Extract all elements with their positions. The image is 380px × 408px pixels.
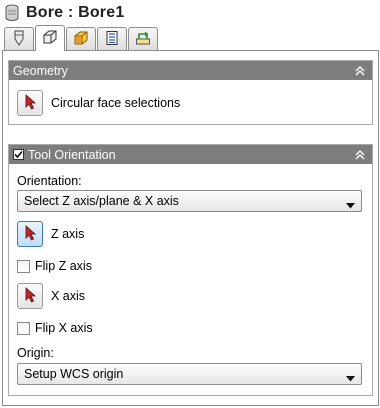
tool-orientation-section-header[interactable]: Tool Orientation xyxy=(9,145,372,164)
collapse-icon[interactable] xyxy=(354,149,366,161)
x-axis-label: X axis xyxy=(51,289,86,303)
tab-tool[interactable] xyxy=(4,27,34,51)
geometry-icon xyxy=(42,29,58,48)
tab-strip xyxy=(4,25,159,51)
flip-x-axis-label: Flip X axis xyxy=(35,321,93,335)
x-axis-row: X axis xyxy=(17,283,85,309)
geometry-section-header[interactable]: Geometry xyxy=(9,61,372,80)
z-axis-row: Z axis xyxy=(17,221,84,247)
z-axis-selection-button[interactable] xyxy=(17,221,43,247)
operation-panel: Geometry Circular face selections Tool O… xyxy=(2,50,379,406)
tab-passes[interactable] xyxy=(97,27,127,51)
orientation-label: Orientation: xyxy=(17,174,82,188)
flip-z-axis-label: Flip Z axis xyxy=(35,259,92,273)
collapse-icon[interactable] xyxy=(354,65,366,77)
circular-face-selection-button[interactable] xyxy=(17,90,43,116)
page-title: Bore : Bore1 xyxy=(26,4,125,21)
heights-icon xyxy=(73,30,89,49)
geometry-section-title: Geometry xyxy=(13,63,68,78)
tool-orientation-section-title: Tool Orientation xyxy=(28,147,116,162)
circular-face-row: Circular face selections xyxy=(17,90,180,116)
chevron-down-icon xyxy=(346,371,355,382)
arrow-pointer-icon xyxy=(23,93,37,113)
flip-z-row: Flip Z axis xyxy=(17,259,92,273)
orientation-value: Select Z axis/plane & X axis xyxy=(24,194,179,208)
orientation-dropdown[interactable]: Select Z axis/plane & X axis xyxy=(17,190,362,212)
arrow-pointer-icon xyxy=(23,224,37,244)
tab-geometry[interactable] xyxy=(35,25,65,51)
flip-x-axis-checkbox[interactable] xyxy=(17,321,30,335)
origin-value: Setup WCS origin xyxy=(24,367,124,381)
passes-icon xyxy=(104,30,120,49)
tab-linking[interactable] xyxy=(128,27,158,51)
linking-icon xyxy=(135,30,151,49)
arrow-pointer-icon xyxy=(23,286,37,306)
origin-dropdown[interactable]: Setup WCS origin xyxy=(17,363,362,385)
tab-heights[interactable] xyxy=(66,27,96,51)
circular-face-label: Circular face selections xyxy=(51,96,181,110)
tool-icon xyxy=(11,30,27,49)
flip-z-axis-checkbox[interactable] xyxy=(17,259,30,273)
bore-operation-icon xyxy=(4,4,20,22)
flip-x-row: Flip X axis xyxy=(17,321,93,335)
z-axis-label: Z axis xyxy=(51,227,85,241)
tool-orientation-enable-checkbox[interactable] xyxy=(13,149,24,160)
origin-label: Origin: xyxy=(17,346,54,360)
x-axis-selection-button[interactable] xyxy=(17,283,43,309)
chevron-down-icon xyxy=(346,198,355,209)
geometry-section: Geometry Circular face selections xyxy=(8,60,373,125)
tool-orientation-section: Tool Orientation Orientation: Select Z a… xyxy=(8,144,373,396)
title-bar: Bore : Bore1 xyxy=(0,0,380,26)
